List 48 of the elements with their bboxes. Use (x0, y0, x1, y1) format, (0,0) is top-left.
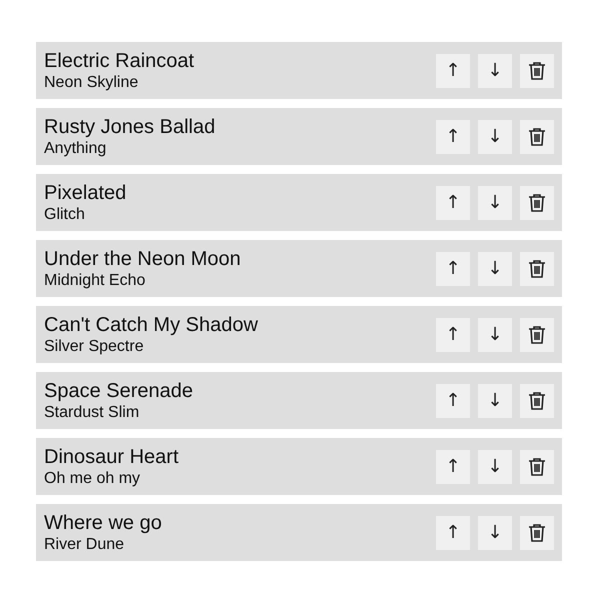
move-up-button[interactable]: ↑ (436, 318, 470, 352)
song-title: Under the Neon Moon (44, 248, 242, 270)
move-down-button[interactable]: ↓ (478, 384, 512, 418)
move-down-button[interactable]: ↓ (478, 252, 512, 286)
move-up-button[interactable]: ↑ (436, 186, 470, 220)
song-artist: Neon Skyline (44, 72, 140, 92)
move-up-button[interactable]: ↑ (436, 384, 470, 418)
song-title: Space Serenade (44, 380, 194, 402)
trash-icon (528, 126, 546, 146)
delete-button[interactable] (520, 120, 554, 154)
song-title: Pixelated (44, 182, 128, 204)
move-down-button[interactable]: ↓ (478, 318, 512, 352)
song-artist: Glitch (44, 204, 86, 224)
move-down-button[interactable]: ↓ (478, 450, 512, 484)
trash-icon (528, 390, 546, 410)
song-artist: Silver Spectre (44, 336, 145, 356)
song-title: Can't Catch My Shadow (44, 314, 259, 336)
delete-button[interactable] (520, 450, 554, 484)
delete-button[interactable] (520, 384, 554, 418)
song-title: Rusty Jones Ballad (44, 116, 216, 138)
move-down-button[interactable]: ↓ (478, 120, 512, 154)
trash-icon (528, 456, 546, 476)
trash-icon (528, 60, 546, 80)
move-up-button[interactable]: ↑ (436, 120, 470, 154)
move-up-button[interactable]: ↑ (436, 516, 470, 550)
trash-icon (528, 324, 546, 344)
song-title: Where we go (44, 512, 163, 534)
move-up-button[interactable]: ↑ (436, 252, 470, 286)
delete-button[interactable] (520, 54, 554, 88)
trash-icon (528, 522, 546, 542)
delete-button[interactable] (520, 516, 554, 550)
song-artist: Stardust Slim (44, 402, 140, 422)
delete-button[interactable] (520, 186, 554, 220)
move-up-button[interactable]: ↑ (436, 54, 470, 88)
trash-icon (528, 192, 546, 212)
song-artist: Midnight Echo (44, 270, 146, 290)
move-down-button[interactable]: ↓ (478, 516, 512, 550)
delete-button[interactable] (520, 318, 554, 352)
trash-icon (528, 258, 546, 278)
song-artist: Anything (44, 138, 108, 158)
song-title: Dinosaur Heart (44, 446, 180, 468)
move-up-button[interactable]: ↑ (436, 450, 470, 484)
song-artist: Oh me oh my (44, 468, 142, 488)
move-down-button[interactable]: ↓ (478, 54, 512, 88)
delete-button[interactable] (520, 252, 554, 286)
move-down-button[interactable]: ↓ (478, 186, 512, 220)
song-title: Electric Raincoat (44, 50, 196, 72)
song-artist: River Dune (44, 534, 126, 554)
